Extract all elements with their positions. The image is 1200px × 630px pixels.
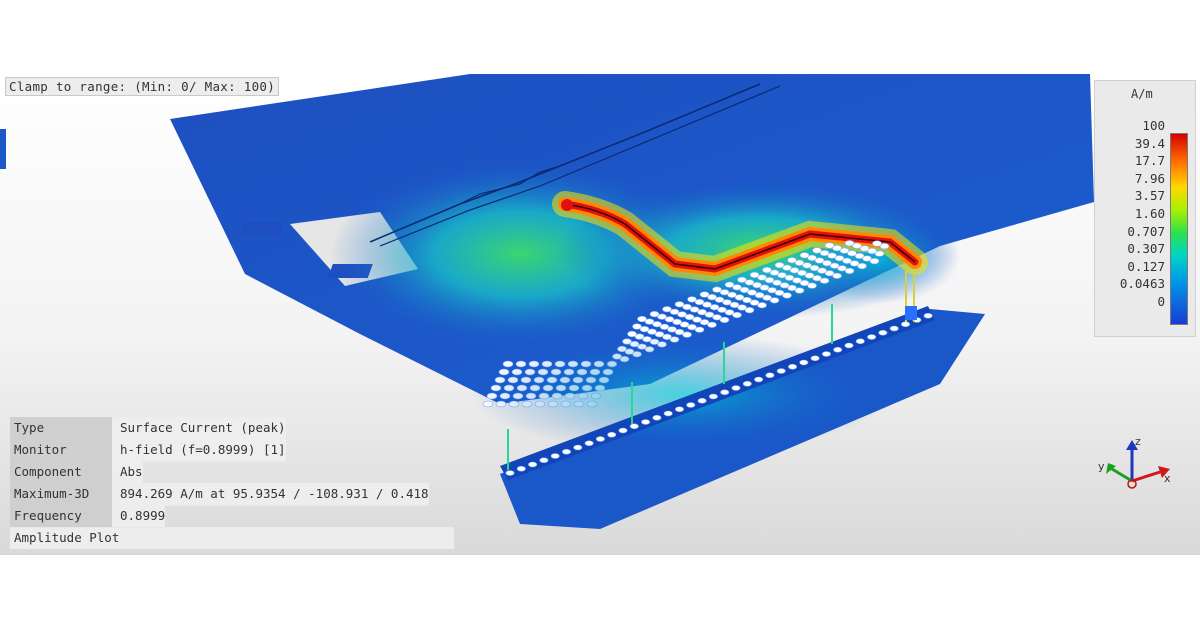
via-hole	[889, 325, 899, 332]
via-hole	[618, 427, 628, 434]
via-hole	[724, 281, 735, 288]
via-hole	[878, 329, 888, 336]
info-row: Frequency 0.8999	[10, 504, 450, 528]
feed-port	[561, 199, 573, 211]
via-hole	[699, 291, 710, 298]
x-axis-label: x	[1164, 472, 1171, 485]
legend-tick: 3.57	[1134, 188, 1165, 204]
info-value: 894.269 A/m at 95.9354 / -108.931 / 0.41…	[112, 482, 429, 506]
info-row: Maximum-3D 894.269 A/m at 95.9354 / -108.…	[10, 482, 450, 506]
legend-tick: 100	[1142, 118, 1165, 133]
legend-unit: A/m	[1131, 87, 1153, 101]
via-hole	[844, 342, 854, 349]
via-hole	[687, 296, 697, 303]
via-hole	[855, 338, 865, 345]
via-hole	[762, 266, 772, 274]
port-marker	[905, 306, 917, 320]
legend-tick: 0	[1157, 294, 1165, 309]
via-hole	[765, 372, 775, 379]
via-hole	[632, 323, 642, 330]
via-hole	[810, 355, 820, 362]
info-row: Monitor h-field (f=0.8999) [1]	[10, 438, 450, 462]
info-row: Type Surface Current (peak)	[10, 416, 450, 440]
via-hole	[776, 368, 786, 374]
via-hole	[607, 431, 617, 438]
legend-tick: 0.707	[1127, 223, 1165, 239]
legend-color-bar	[1170, 133, 1188, 325]
info-key: Frequency	[10, 504, 112, 528]
via-hole	[821, 351, 831, 357]
via-hole	[774, 262, 785, 269]
via-hole	[550, 453, 560, 459]
via-hole	[872, 240, 882, 247]
via-hole	[923, 312, 933, 319]
x-axis-icon	[1131, 470, 1161, 483]
legend-tick: 0.127	[1127, 258, 1165, 274]
via-hole	[754, 376, 764, 383]
y-axis-label: y	[1098, 460, 1105, 473]
via-hole	[708, 393, 718, 400]
via-hole	[686, 402, 696, 408]
via-hole	[505, 470, 515, 476]
info-value: h-field (f=0.8999) [1]	[112, 438, 286, 462]
via-hole	[712, 286, 722, 293]
via-hole	[629, 423, 639, 430]
via-hole	[649, 311, 660, 318]
via-hole	[737, 276, 747, 283]
via-hole	[573, 444, 583, 451]
info-key: Monitor	[10, 438, 112, 462]
via-hole	[731, 385, 741, 391]
via-hole	[799, 359, 809, 366]
via-hole	[641, 419, 651, 425]
via-hole	[720, 389, 730, 396]
via-hole	[787, 257, 797, 264]
via-hole	[787, 363, 797, 370]
legend-tick: 7.96	[1134, 170, 1165, 186]
z-axis-label: z	[1135, 436, 1141, 448]
plot-mode-label: Amplitude Plot	[10, 527, 454, 549]
via-hole	[595, 436, 605, 442]
3d-viewport[interactable]: Clamp to range: (Min: 0/ Max: 100) A/m 1…	[0, 74, 1200, 555]
info-key: Type	[10, 416, 112, 440]
via-hole	[637, 315, 647, 323]
axis-triad[interactable]: z x y	[1092, 436, 1172, 496]
info-panel: Type Surface Current (peak) Monitor h-field…	[10, 416, 454, 549]
via-hole	[749, 271, 760, 278]
via-hole	[662, 306, 672, 313]
y-axis-icon	[1111, 467, 1133, 483]
via-hole	[824, 242, 835, 249]
via-hole	[742, 380, 752, 387]
pad-upper	[239, 222, 285, 236]
via-hole	[663, 410, 673, 417]
via-hole	[652, 414, 662, 421]
via-hole	[799, 252, 810, 259]
via-hole	[528, 461, 538, 468]
info-key: Maximum-3D	[10, 482, 112, 506]
color-legend: A/m 100 39.4 17.7 7.96 3.57 1.60 0.707 0.307 0.1…	[1094, 80, 1196, 337]
clamp-range-label: Clamp to range: (Min: 0/ Max: 100)	[5, 77, 280, 96]
via-hole	[674, 406, 684, 413]
info-value: Surface Current (peak)	[112, 416, 286, 440]
via-hole	[516, 465, 526, 472]
via-hole	[812, 247, 822, 254]
info-value: 0.8999	[112, 504, 166, 528]
via-hole	[833, 346, 843, 353]
info-row: Component Abs	[10, 460, 450, 484]
legend-tick: 0.307	[1127, 241, 1165, 257]
via-hole	[844, 240, 855, 247]
info-key: Component	[10, 460, 112, 484]
legend-tick: 0.0463	[1119, 276, 1165, 292]
via-hole	[674, 301, 685, 308]
via-hole	[584, 440, 594, 447]
legend-tick: 1.60	[1134, 206, 1165, 221]
legend-tick: 39.4	[1134, 135, 1165, 151]
via-hole	[697, 397, 707, 404]
info-value: Abs	[112, 460, 143, 484]
legend-tick: 17.7	[1134, 153, 1165, 169]
via-hole	[561, 448, 571, 455]
via-hole	[900, 321, 910, 328]
via-hole	[539, 457, 549, 464]
via-hole	[867, 334, 877, 340]
